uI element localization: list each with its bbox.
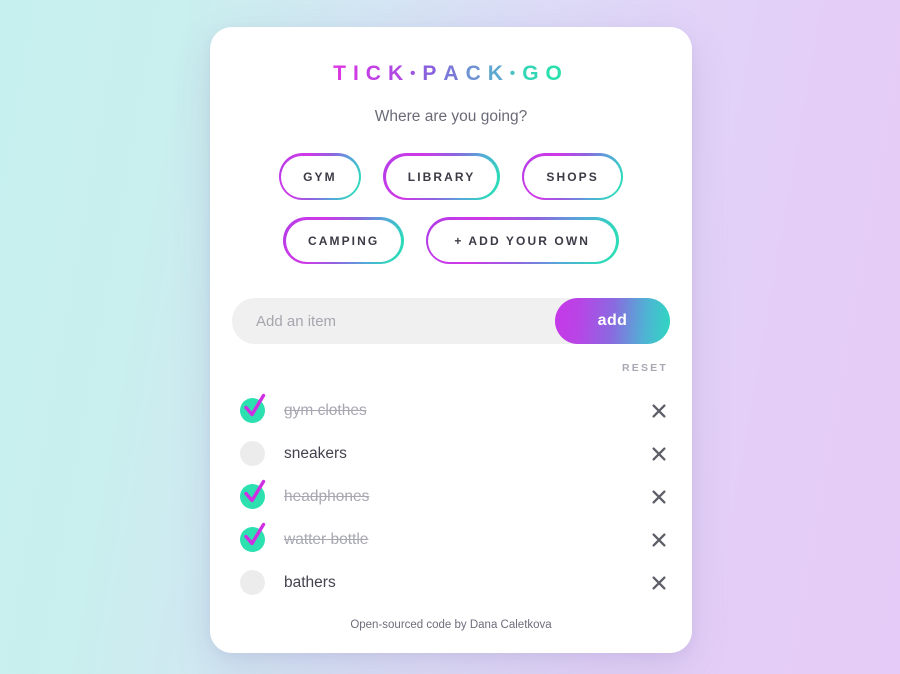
checklist: gym clothes sneakers headphones watter bott… — [210, 389, 692, 604]
brand-letter: O — [545, 62, 569, 85]
close-icon[interactable] — [648, 572, 670, 594]
reset-button[interactable]: RESET — [622, 362, 668, 374]
category-row-1: GYM LIBRARY SHOPS — [210, 153, 692, 200]
list-item: watter bottle — [210, 518, 692, 561]
close-icon-glyph — [652, 489, 666, 504]
category-pill-camping[interactable]: CAMPING — [283, 217, 404, 264]
brand-letter: G — [522, 62, 546, 85]
tagline: Where are you going? — [374, 108, 528, 125]
category-pill-label: SHOPS — [524, 155, 621, 198]
checkbox-checked[interactable] — [240, 522, 266, 552]
add-button[interactable]: add — [555, 298, 670, 344]
close-icon[interactable] — [648, 486, 670, 508]
close-icon-glyph — [652, 575, 666, 590]
close-icon[interactable] — [648, 443, 670, 465]
list-item: bathers — [210, 561, 692, 604]
category-pill-label: + ADD YOUR OWN — [428, 219, 617, 262]
check-icon — [244, 522, 266, 546]
checkbox-checked[interactable] — [240, 393, 266, 423]
category-pill-gym[interactable]: GYM — [278, 153, 362, 200]
list-item-label: gym clothes — [284, 401, 367, 419]
list-item-label: bathers — [284, 573, 336, 591]
brand-letter: I — [352, 62, 366, 85]
list-item-label: sneakers — [284, 444, 347, 462]
checkbox-unchecked[interactable] — [240, 441, 265, 466]
category-pill-add-your-own[interactable]: + ADD YOUR OWN — [425, 217, 619, 264]
add-item-row: add — [232, 298, 670, 344]
list-item: gym clothes — [210, 389, 692, 432]
list-item-label: watter bottle — [284, 530, 369, 548]
app-card: TICK•PACK•GO Where are you going? GYM LIB… — [210, 27, 692, 653]
category-pill-label: GYM — [281, 155, 359, 198]
brand-letter: K — [387, 62, 411, 85]
brand-letter: C — [365, 62, 388, 85]
category-pill-label: LIBRARY — [385, 155, 498, 198]
list-item: sneakers — [210, 432, 692, 475]
brand-letter: C — [465, 62, 488, 85]
category-pill-library[interactable]: LIBRARY — [383, 153, 500, 200]
category-row-2: CAMPING + ADD YOUR OWN — [210, 217, 692, 264]
brand-letter: T — [333, 62, 353, 85]
footer-credit: Open-sourced code by Dana Caletkova — [350, 619, 552, 631]
add-item-input[interactable] — [232, 298, 555, 344]
close-icon-glyph — [652, 446, 666, 461]
checkbox-checked[interactable] — [240, 479, 266, 509]
list-item: headphones — [210, 475, 692, 518]
close-icon[interactable] — [648, 400, 670, 422]
brand-letter: P — [422, 62, 444, 85]
check-icon — [244, 479, 266, 503]
checkbox-unchecked[interactable] — [240, 570, 265, 595]
check-icon — [244, 393, 266, 417]
brand-letter: K — [487, 62, 510, 85]
brand-letter: A — [443, 62, 466, 85]
close-icon-glyph — [652, 532, 666, 547]
list-item-label: headphones — [284, 487, 370, 505]
category-pill-shops[interactable]: SHOPS — [521, 153, 624, 200]
reset-row: RESET — [210, 358, 668, 376]
page-title: TICK•PACK•GO — [210, 63, 692, 84]
close-icon[interactable] — [648, 529, 670, 551]
brand-letter: • — [509, 65, 523, 82]
brand-letter: • — [410, 65, 423, 82]
category-pill-label: CAMPING — [285, 219, 402, 262]
close-icon-glyph — [652, 403, 666, 418]
